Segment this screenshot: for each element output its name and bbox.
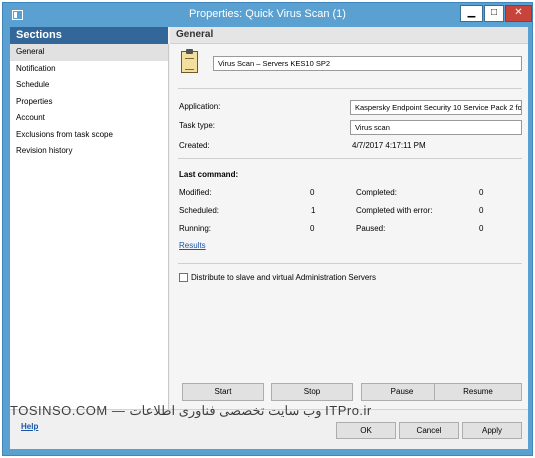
application-label: Application:	[179, 102, 221, 111]
section-item-notification[interactable]: Notification	[10, 61, 168, 78]
general-panel: General Virus Scan – Servers KES10 SP2 A…	[170, 27, 528, 409]
scheduled-label: Scheduled:	[179, 206, 220, 215]
running-label: Running:	[179, 224, 212, 233]
minimize-button[interactable]: ▁	[460, 5, 483, 22]
created-label: Created:	[179, 141, 210, 150]
sections-header: Sections	[10, 27, 168, 44]
cancel-button[interactable]: Cancel	[399, 422, 459, 439]
section-item-exclusions[interactable]: Exclusions from task scope	[10, 127, 168, 144]
divider	[178, 88, 522, 89]
application-field[interactable]: Kaspersky Endpoint Security 10 Service P…	[350, 100, 522, 115]
task-clipboard-icon	[181, 49, 198, 73]
properties-window: Properties: Quick Virus Scan (1) ▁ □ ✕ S…	[2, 2, 533, 456]
pause-button[interactable]: Pause	[361, 383, 443, 401]
modified-value: 0	[310, 188, 315, 197]
section-item-properties[interactable]: Properties	[10, 94, 168, 111]
help-link[interactable]: Help	[21, 422, 38, 431]
last-command-label: Last command:	[179, 170, 239, 179]
section-item-account[interactable]: Account	[10, 110, 168, 127]
distribute-checkbox[interactable]	[179, 273, 188, 282]
resume-button[interactable]: Resume	[434, 383, 522, 401]
section-item-schedule[interactable]: Schedule	[10, 77, 168, 94]
divider	[178, 158, 522, 159]
distribute-label[interactable]: Distribute to slave and virtual Administ…	[191, 273, 376, 282]
maximize-button[interactable]: □	[484, 5, 504, 22]
close-button[interactable]: ✕	[505, 5, 532, 22]
ok-button[interactable]: OK	[336, 422, 396, 439]
modified-label: Modified:	[179, 188, 212, 197]
completed-value: 0	[479, 188, 484, 197]
results-link[interactable]: Results	[179, 241, 206, 250]
task-type-field[interactable]: Virus scan	[350, 120, 522, 135]
title-bar[interactable]: Properties: Quick Virus Scan (1) ▁ □ ✕	[3, 3, 532, 27]
start-button[interactable]: Start	[182, 383, 264, 401]
completed-with-error-value: 0	[479, 206, 484, 215]
panel-title: General	[170, 27, 528, 44]
sections-list: General Notification Schedule Properties…	[10, 44, 169, 409]
stop-button[interactable]: Stop	[271, 383, 353, 401]
apply-button[interactable]: Apply	[462, 422, 522, 439]
scheduled-value: 1	[311, 206, 316, 215]
completed-label: Completed:	[356, 188, 397, 197]
section-item-revision-history[interactable]: Revision history	[10, 143, 168, 160]
window-title: Properties: Quick Virus Scan (1)	[189, 8, 346, 20]
running-value: 0	[310, 224, 315, 233]
watermark-text: TOSINSO.COM — وب سایت تخصصی فناوری اطلاع…	[10, 403, 372, 418]
divider	[178, 263, 522, 264]
task-type-label: Task type:	[179, 121, 216, 130]
task-name-field[interactable]: Virus Scan – Servers KES10 SP2	[213, 56, 522, 71]
paused-value: 0	[479, 224, 484, 233]
dialog-client-area: Sections General Notification Schedule P…	[10, 27, 528, 449]
section-item-general[interactable]: General	[10, 44, 168, 61]
created-value: 4/7/2017 4:17:11 PM	[352, 141, 426, 150]
completed-with-error-label: Completed with error:	[356, 206, 433, 215]
paused-label: Paused:	[356, 224, 386, 233]
